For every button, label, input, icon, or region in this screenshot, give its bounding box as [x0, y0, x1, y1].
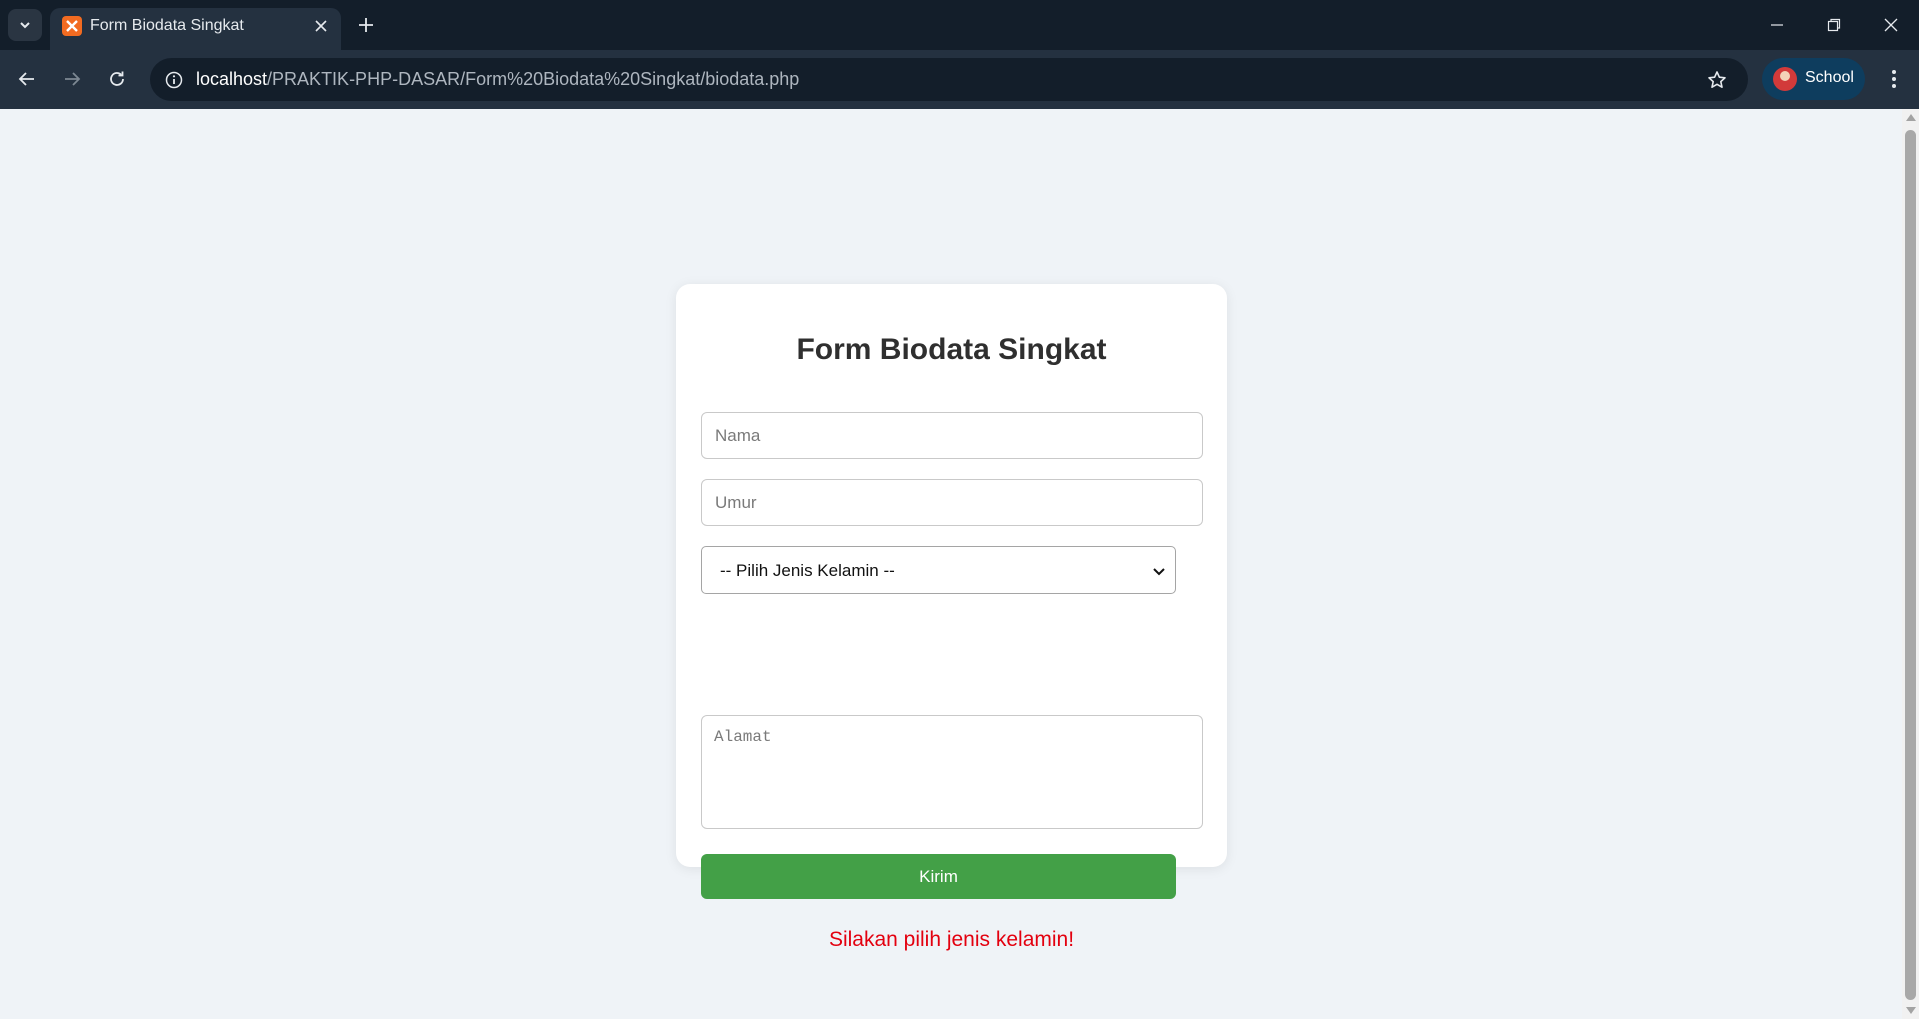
minimize-button[interactable]	[1749, 0, 1805, 50]
page-viewport: Form Biodata Singkat -- Pilih Jenis Kela…	[0, 109, 1902, 1019]
reload-icon	[110, 71, 124, 86]
xampp-icon	[62, 16, 82, 36]
restore-icon	[1827, 18, 1841, 32]
star-icon[interactable]	[1701, 64, 1733, 96]
back-button[interactable]	[11, 63, 43, 95]
chevron-down-icon	[1153, 568, 1165, 576]
new-tab-button[interactable]	[350, 9, 382, 41]
chevron-down-icon	[20, 22, 30, 29]
close-window-button[interactable]	[1863, 0, 1919, 50]
form-card: Form Biodata Singkat -- Pilih Jenis Kela…	[676, 284, 1227, 951]
info-icon[interactable]	[159, 65, 189, 95]
arrow-left-icon	[18, 72, 34, 86]
tab-form-biodata[interactable]: Form Biodata Singkat	[50, 8, 341, 50]
browser-menu-button[interactable]	[1878, 63, 1910, 95]
browser-tab-bar: Form Biodata Singkat	[0, 0, 1919, 50]
scroll-thumb[interactable]	[1905, 130, 1916, 1000]
minimize-icon	[1771, 24, 1783, 26]
avatar	[1773, 67, 1797, 91]
kirim-button[interactable]: Kirim	[701, 854, 1176, 899]
form-title: Form Biodata Singkat	[796, 333, 1107, 366]
scroll-up-arrow-icon[interactable]	[1906, 114, 1916, 121]
profile-button[interactable]: School	[1762, 58, 1865, 100]
url-path: /PRAKTIK-PHP-DASAR/Form%20Biodata%20Sing…	[267, 69, 800, 89]
select-value: -- Pilih Jenis Kelamin --	[720, 561, 895, 580]
error-message: Silakan pilih jenis kelamin!	[828, 928, 1075, 951]
browser-toolbar: localhost/PRAKTIK-PHP-DASAR/Form%20Bioda…	[0, 50, 1919, 109]
page-scrollbar[interactable]	[1902, 109, 1919, 1019]
reload-button[interactable]	[101, 63, 133, 95]
close-icon[interactable]	[308, 13, 334, 39]
tab-list-button[interactable]	[8, 9, 42, 41]
umur-input[interactable]	[701, 479, 1203, 526]
alamat-textarea[interactable]	[701, 715, 1203, 829]
scroll-down-arrow-icon[interactable]	[1906, 1007, 1916, 1014]
forward-button[interactable]	[56, 63, 88, 95]
plus-icon	[359, 18, 373, 32]
address-bar[interactable]: localhost/PRAKTIK-PHP-DASAR/Form%20Bioda…	[150, 58, 1748, 101]
profile-label: School	[1805, 69, 1854, 86]
jenis-kelamin-select[interactable]: -- Pilih Jenis Kelamin --	[701, 546, 1176, 594]
url-host: localhost	[196, 69, 268, 89]
nama-input[interactable]	[701, 412, 1203, 459]
restore-button[interactable]	[1806, 0, 1862, 50]
tab-title: Form Biodata Singkat	[90, 17, 244, 34]
arrow-right-icon	[65, 72, 81, 86]
kebab-menu-icon	[1892, 70, 1896, 88]
close-icon	[1884, 18, 1898, 32]
url-text[interactable]: localhost/PRAKTIK-PHP-DASAR/Form%20Bioda…	[196, 69, 799, 90]
